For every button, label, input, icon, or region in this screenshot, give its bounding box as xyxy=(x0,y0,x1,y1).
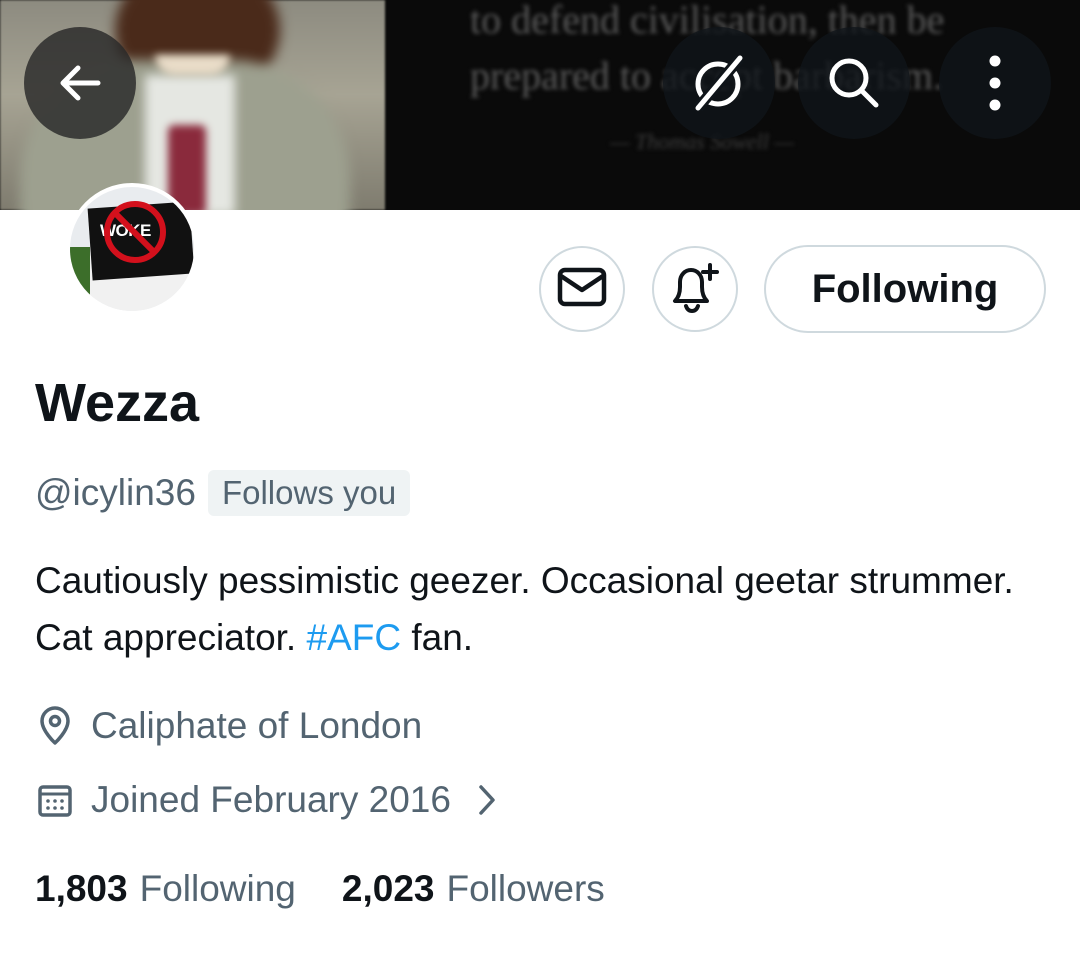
mail-icon xyxy=(557,267,607,312)
following-count: 1,803 xyxy=(35,868,128,909)
following-stat[interactable]: 1,803 Following xyxy=(35,868,296,910)
notifications-button[interactable] xyxy=(652,246,738,332)
follow-stats: 1,803 Following 2,023 Followers xyxy=(35,862,605,916)
location-pin-icon xyxy=(35,706,75,746)
followers-stat[interactable]: 2,023 Followers xyxy=(342,868,605,910)
location-text: Caliphate of London xyxy=(91,705,423,746)
follows-you-badge: Follows you xyxy=(207,470,411,516)
display-name: Wezza xyxy=(35,373,200,433)
bio: Cautiously pessimistic geezer. Occasiona… xyxy=(35,552,1035,666)
arrow-left-icon xyxy=(52,55,108,111)
back-button[interactable] xyxy=(24,27,136,139)
grok-button[interactable] xyxy=(663,27,775,139)
handle-row: @icylin36 Follows you xyxy=(35,468,411,518)
avatar[interactable]: WOKE xyxy=(66,183,198,315)
bio-hashtag-link[interactable]: #AFC xyxy=(306,617,401,658)
profile-banner[interactable]: to defend civilisation, then be prepared… xyxy=(0,0,1080,210)
followers-count: 2,023 xyxy=(341,868,435,909)
joined-row[interactable]: Joined February 2016 xyxy=(35,773,497,827)
location-row: Caliphate of London xyxy=(35,699,422,753)
more-vertical-icon xyxy=(985,53,1005,113)
more-options-button[interactable] xyxy=(939,27,1051,139)
joined-text: Joined February 2016 xyxy=(91,779,451,820)
avatar-image: WOKE xyxy=(70,187,194,311)
search-icon xyxy=(824,53,884,113)
no-sign-icon xyxy=(104,201,166,263)
bio-text: Cautiously pessimistic geezer. Occasiona… xyxy=(35,560,1014,658)
bell-plus-icon xyxy=(669,261,721,318)
calendar-icon xyxy=(35,780,75,820)
search-button[interactable] xyxy=(798,27,910,139)
following-button[interactable]: Following xyxy=(764,245,1046,333)
bio-text-end: fan. xyxy=(401,617,474,658)
followers-label: Followers xyxy=(446,868,605,909)
following-label: Following xyxy=(139,868,296,909)
chevron-right-icon xyxy=(477,783,497,817)
user-handle: @icylin36 xyxy=(35,472,196,513)
message-button[interactable] xyxy=(539,246,625,332)
grok-icon xyxy=(688,52,750,114)
